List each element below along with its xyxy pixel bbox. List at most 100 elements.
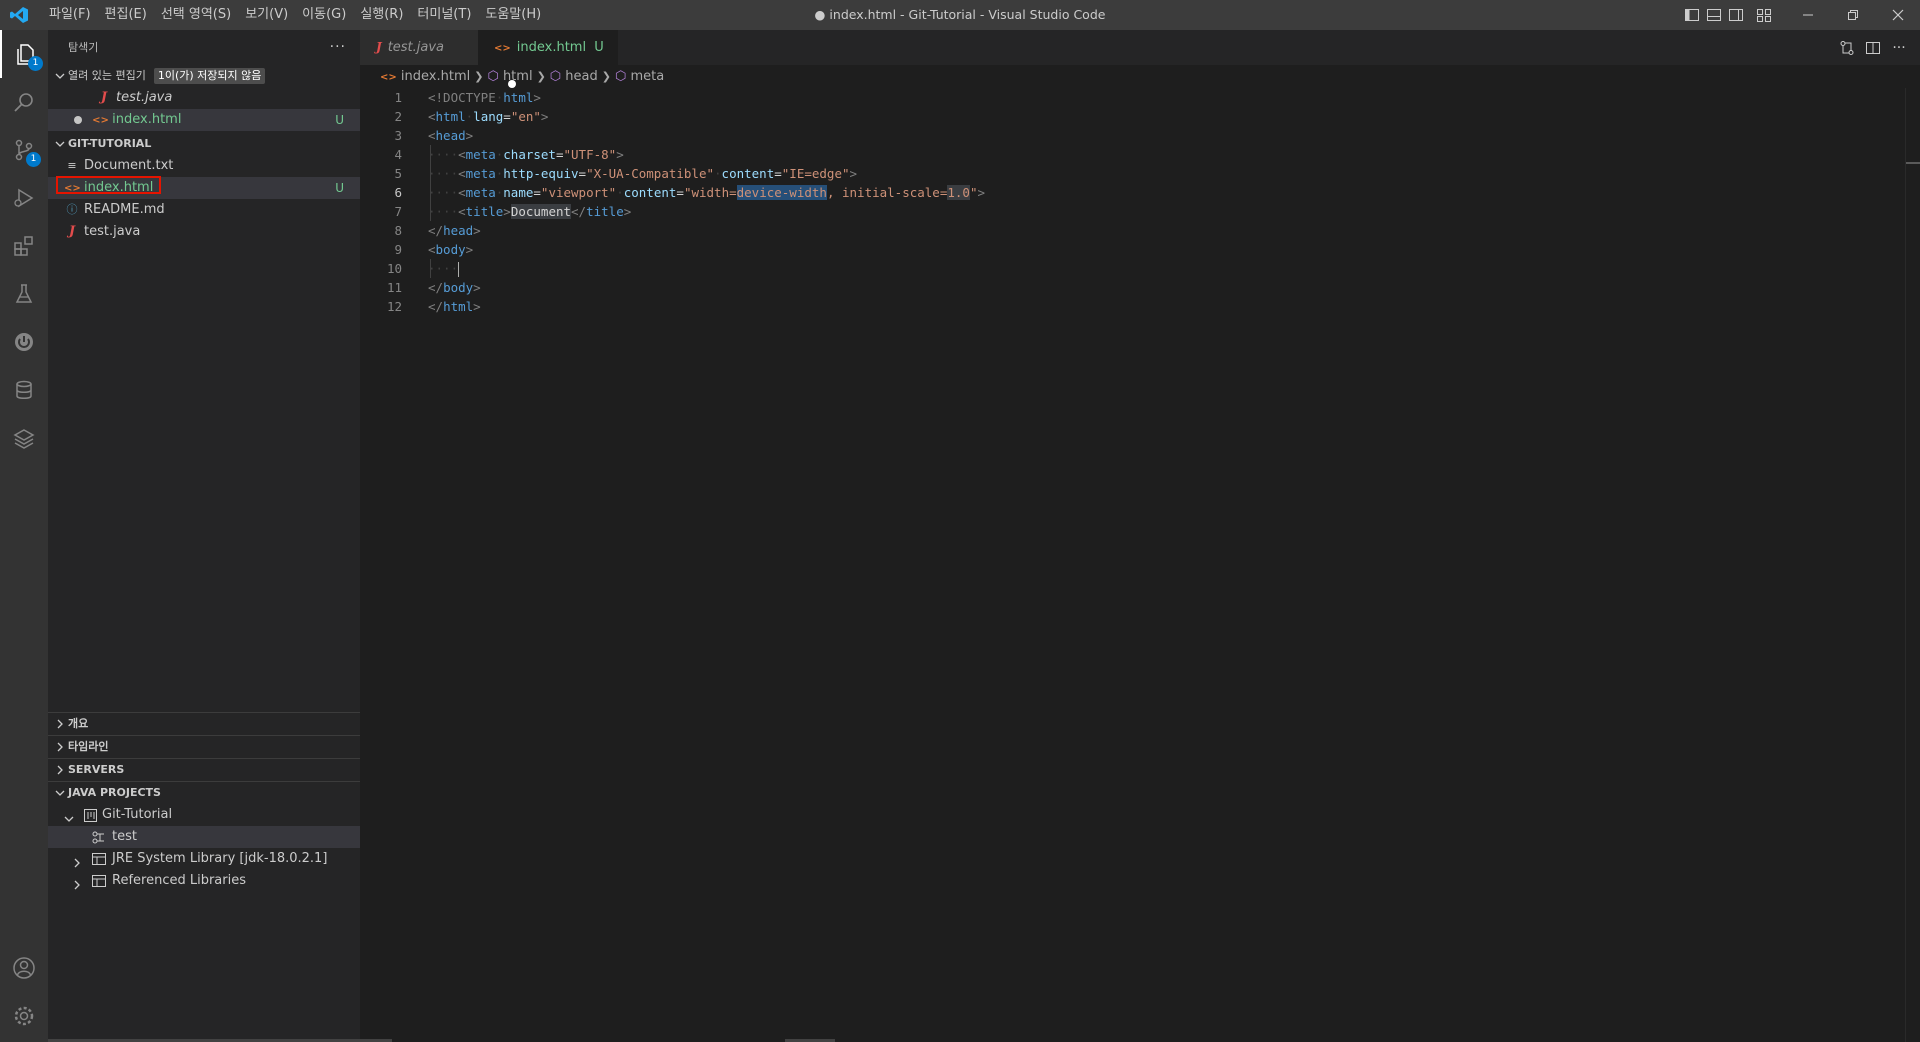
line-number: 4 (394, 147, 402, 162)
tab-test-java[interactable]: Jtest.java (360, 30, 478, 65)
open-editor-label: test.java (116, 90, 173, 105)
menu-edit[interactable]: 편집(E) (98, 0, 154, 30)
split-editor-icon[interactable] (1860, 30, 1886, 65)
minimize-icon[interactable] (1785, 0, 1830, 30)
timeline-header[interactable]: 타임라인 (48, 736, 360, 758)
open-editors-header[interactable]: 열려 있는 편집기 1이(가) 저장되지 않음 (48, 65, 360, 87)
chevron-right-icon (54, 759, 66, 781)
project-icon (82, 804, 98, 826)
menu-file[interactable]: 파일(F) (42, 0, 98, 30)
open-changes-icon[interactable] (1834, 30, 1860, 65)
menu-view[interactable]: 보기(V) (238, 0, 295, 30)
tab-label: index.html (516, 40, 587, 55)
open-editors-label: 열려 있는 편집기 (68, 69, 146, 82)
text-file-icon: ≡ (67, 159, 77, 172)
code-line: 2 <html·lang="en"> (360, 107, 1920, 126)
menu-selection[interactable]: 선택 영역(S) (154, 0, 238, 30)
testing-icon[interactable] (0, 270, 48, 318)
extensions-icon[interactable] (0, 222, 48, 270)
untracked-status: U (335, 181, 344, 195)
layers-icon[interactable] (0, 414, 48, 462)
breadcrumb-item[interactable]: head (565, 69, 597, 84)
remote-explorer-icon[interactable] (0, 318, 48, 366)
customize-layout-icon[interactable] (1753, 0, 1775, 30)
java-project-item[interactable]: Git-Tutorial (48, 804, 360, 826)
menu-run[interactable]: 실행(R) (353, 0, 410, 30)
open-editor-item[interactable]: <> index.html U (48, 109, 360, 131)
chevron-right-icon (72, 876, 82, 898)
line-number: 7 (394, 204, 402, 219)
line-number: 3 (394, 128, 402, 143)
toggle-primary-sidebar-icon[interactable] (1681, 0, 1703, 30)
sidebar-title-label: 탐색기 (68, 41, 99, 54)
code-line: 10 ···· (360, 259, 1920, 278)
selected-text: device-width (736, 185, 827, 200)
breadcrumb-item[interactable]: html (503, 69, 533, 84)
more-actions-icon[interactable]: ··· (330, 30, 346, 65)
html-file-icon: <> (494, 43, 511, 54)
menu-go[interactable]: 이동(G) (295, 0, 353, 30)
library-icon (90, 848, 108, 870)
file-item[interactable]: ⓘ README.md (48, 199, 360, 221)
explorer-icon[interactable]: 1 (0, 30, 48, 78)
tab-index-html[interactable]: <> index.html U (478, 30, 618, 88)
line-number: 9 (394, 242, 402, 257)
account-icon[interactable] (0, 944, 48, 992)
code-line: 5 ····<meta·http-equiv="X-UA-Compatible"·… (360, 164, 1920, 183)
toggle-panel-icon[interactable] (1703, 0, 1725, 30)
file-label: README.md (84, 202, 165, 217)
outline-header[interactable]: 개요 (48, 713, 360, 735)
line-number: 8 (394, 223, 402, 238)
java-file-icon: J (100, 90, 108, 105)
close-window-icon[interactable] (1875, 0, 1920, 30)
source-control-badge: 1 (26, 152, 41, 167)
java-library-label: Referenced Libraries (112, 873, 246, 888)
code-line: 1 <!DOCTYPE·html> (360, 88, 1920, 107)
java-projects-header[interactable]: JAVA PROJECTS (48, 782, 360, 804)
vscode-logo-icon (10, 7, 28, 23)
vertical-scrollbar[interactable] (1905, 88, 1920, 1042)
source-control-icon[interactable]: 1 (0, 126, 48, 174)
java-library-item[interactable]: Referenced Libraries (48, 870, 360, 892)
editor-tabs: Jtest.java <> index.html U ··· (360, 30, 1920, 88)
java-package-item[interactable]: test (48, 826, 360, 848)
tab-status: U (594, 40, 604, 55)
line-number: 2 (394, 109, 402, 124)
toggle-secondary-sidebar-icon[interactable] (1725, 0, 1747, 30)
breadcrumb-item[interactable]: index.html (401, 69, 470, 84)
file-item[interactable]: <> index.html U (48, 177, 360, 199)
java-package-label: test (112, 829, 137, 844)
explorer-sidebar: 탐색기 ··· 열려 있는 편집기 1이(가) 저장되지 않음 Jtest.jav… (48, 30, 360, 1042)
file-item[interactable]: Jtest.java (48, 221, 360, 243)
unsaved-count-badge: 1이(가) 저장되지 않음 (153, 68, 266, 84)
info-file-icon: ⓘ (66, 203, 78, 216)
symbol-icon: ⬡ (487, 69, 499, 84)
search-icon[interactable] (0, 78, 48, 126)
java-library-item[interactable]: JRE System Library [jdk-18.0.2.1] (48, 848, 360, 870)
chevron-down-icon (54, 782, 66, 804)
run-debug-icon[interactable] (0, 174, 48, 222)
open-editor-item[interactable]: Jtest.java (48, 87, 360, 109)
menu-help[interactable]: 도움말(H) (478, 0, 548, 30)
code-line: 8 </head> (360, 221, 1920, 240)
editor-area: Jtest.java <> index.html U ··· <> index.h… (360, 30, 1920, 1042)
servers-label: SERVERS (68, 763, 125, 776)
code-line: 7 ····<title>Document</title> (360, 202, 1920, 221)
chevron-right-icon: ❯ (536, 70, 546, 83)
open-editor-label: index.html (112, 112, 182, 127)
symbol-icon: ⬡ (614, 69, 627, 84)
more-actions-icon[interactable]: ··· (1886, 30, 1912, 65)
servers-header[interactable]: SERVERS (48, 759, 360, 781)
overview-ruler-cursor (1906, 162, 1920, 164)
restore-icon[interactable] (1830, 0, 1875, 30)
menu-terminal[interactable]: 터미널(T) (410, 0, 478, 30)
settings-gear-icon[interactable] (0, 992, 48, 1040)
line-number: 5 (394, 166, 402, 181)
workspace-header[interactable]: GIT-TUTORIAL (48, 133, 360, 155)
database-icon[interactable] (0, 366, 48, 414)
code-editor[interactable]: 1 <!DOCTYPE·html> 2 <html·lang="en"> 3 <hea… (360, 88, 1920, 316)
untracked-status: U (335, 113, 344, 127)
file-item[interactable]: ≡ Document.txt (48, 155, 360, 177)
breadcrumb-item[interactable]: meta (630, 69, 664, 84)
outline-label: 개요 (68, 717, 89, 730)
